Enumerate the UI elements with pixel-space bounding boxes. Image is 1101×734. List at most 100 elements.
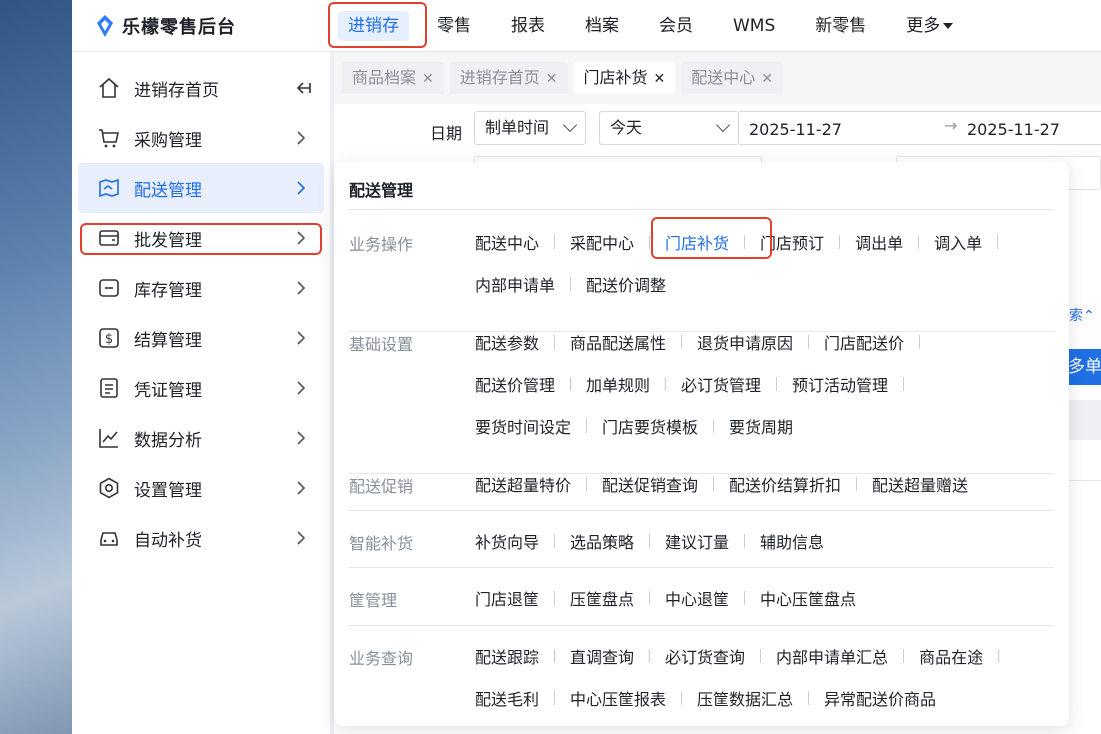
date-type-value: 制单时间	[485, 118, 550, 137]
date-range-select[interactable]: 今天	[599, 111, 739, 145]
tab-label: 商品档案	[352, 68, 417, 87]
menu-link[interactable]: 调出单	[855, 230, 903, 254]
menu-link[interactable]: 建议订量	[665, 529, 729, 553]
sidebar-item-purchase[interactable]: 采购管理	[72, 113, 330, 163]
end-date[interactable]: 2025-11-27	[967, 120, 1060, 139]
close-icon[interactable]: ✕	[654, 71, 666, 87]
panel-title: 配送管理	[349, 181, 414, 200]
menu-link[interactable]: 配送价调整	[586, 272, 666, 296]
chevron-right-icon	[297, 181, 306, 195]
sidebar-item-label: 凭证管理	[134, 380, 202, 401]
separator	[713, 477, 715, 491]
menu-link[interactable]: 必订货管理	[681, 372, 761, 396]
advanced-search-toggle[interactable]: 索⌃	[1069, 305, 1095, 325]
separator	[839, 235, 841, 249]
menu-link[interactable]: 中心压筐报表	[570, 686, 666, 710]
topnav-more[interactable]: 更多	[886, 5, 973, 47]
menu-link[interactable]: 门店要货模板	[602, 414, 698, 438]
close-icon[interactable]: ✕	[546, 71, 558, 87]
date-type-select[interactable]: 制单时间	[474, 111, 586, 145]
sidebar-item-auto-replenish[interactable]: 自动补货	[72, 513, 330, 563]
menu-link[interactable]: 中心压筐盘点	[760, 586, 856, 610]
menu-link[interactable]: 配送毛利	[475, 686, 539, 710]
menu-link[interactable]: 必订货查询	[665, 644, 745, 668]
topnav-members[interactable]: 会员	[639, 5, 713, 47]
sidebar-item-label: 配送管理	[134, 180, 202, 201]
menu-link[interactable]: 直调查询	[570, 644, 634, 668]
separator	[713, 419, 715, 433]
menu-link[interactable]: 中心退筐	[665, 586, 729, 610]
arrow-right-icon: →	[944, 116, 958, 135]
collapse-sidebar-icon[interactable]	[294, 79, 312, 97]
topnav-more-label: 更多	[906, 16, 941, 36]
menu-link[interactable]: 调入单	[934, 230, 982, 254]
menu-link[interactable]: 预订活动管理	[792, 372, 888, 396]
batch-order-button[interactable]: 多单合	[1066, 349, 1101, 385]
close-icon[interactable]: ✕	[422, 71, 434, 87]
topnav-reports[interactable]: 报表	[491, 5, 565, 47]
sidebar-item-stock[interactable]: 库存管理	[72, 263, 330, 313]
tab-product-archive[interactable]: 商品档案 ✕	[342, 62, 444, 94]
menu-link[interactable]: 补货向导	[475, 529, 539, 553]
menu-link[interactable]: 配送价管理	[475, 372, 555, 396]
menu-link[interactable]: 压筐盘点	[570, 586, 634, 610]
topnav-wms[interactable]: WMS	[713, 5, 795, 47]
start-date[interactable]: 2025-11-27	[749, 120, 842, 139]
separator	[856, 477, 858, 491]
menu-link[interactable]: 选品策略	[570, 529, 634, 553]
menu-link[interactable]: 商品在途	[919, 644, 983, 668]
brand-logo[interactable]: 乐檬零售后台	[94, 13, 236, 39]
menu-link[interactable]: 配送参数	[475, 330, 539, 354]
sidebar-item-voucher[interactable]: 凭证管理	[72, 363, 330, 413]
separator	[586, 477, 588, 491]
menu-link[interactable]: 辅助信息	[760, 529, 824, 553]
menu-link[interactable]: 配送超量特价	[475, 472, 571, 496]
separator	[998, 649, 1000, 663]
separator	[554, 691, 556, 705]
tab-distribution-center[interactable]: 配送中心 ✕	[681, 62, 783, 94]
chevron-down-icon	[562, 117, 578, 133]
menu-link[interactable]: 异常配送价商品	[824, 686, 936, 710]
brand-name: 乐檬零售后台	[122, 17, 236, 38]
chevron-right-icon	[297, 331, 306, 345]
menu-link[interactable]: 商品配送属性	[570, 330, 666, 354]
menu-link[interactable]: 加单规则	[586, 372, 650, 396]
tab-label: 进销存首页	[459, 68, 540, 87]
menu-link[interactable]: 内部申请单	[475, 272, 555, 296]
menu-link[interactable]: 退货申请原因	[697, 330, 793, 354]
link-row: 要货时间设定 门店要货模板 要货周期	[475, 415, 1050, 437]
menu-link[interactable]: 采配中心	[570, 230, 634, 254]
menu-link[interactable]: 压筐数据汇总	[697, 686, 793, 710]
box-icon	[96, 276, 122, 300]
separator	[808, 335, 810, 349]
topnav-new-retail[interactable]: 新零售	[795, 5, 886, 47]
menu-link[interactable]: 要货周期	[729, 414, 793, 438]
topnav-retail[interactable]: 零售	[417, 5, 491, 47]
sidebar-item-distribution[interactable]: 配送管理	[78, 163, 324, 213]
sidebar-item-analytics[interactable]: 数据分析	[72, 413, 330, 463]
close-icon[interactable]: ✕	[761, 71, 773, 87]
tab-store-replenish[interactable]: 门店补货 ✕	[573, 62, 676, 94]
separator	[997, 235, 999, 249]
chevron-down-icon	[715, 117, 731, 133]
tab-inventory-home[interactable]: 进销存首页 ✕	[449, 62, 568, 94]
menu-link[interactable]: 内部申请单汇总	[776, 644, 888, 668]
menu-link[interactable]: 配送超量赠送	[872, 472, 968, 496]
divider	[349, 510, 1054, 511]
menu-link[interactable]: 门店配送价	[824, 330, 904, 354]
tab-label: 配送中心	[691, 68, 756, 87]
separator	[586, 419, 588, 433]
topnav-archives[interactable]: 档案	[565, 5, 639, 47]
menu-link[interactable]: 配送中心	[475, 230, 539, 254]
menu-link[interactable]: 门店退筐	[475, 586, 539, 610]
menu-link[interactable]: 配送跟踪	[475, 644, 539, 668]
page-tabs: 商品档案 ✕ 进销存首页 ✕ 门店补货 ✕ 配送中心 ✕	[342, 62, 783, 94]
sidebar-item-inventory-home[interactable]: 进销存首页	[72, 63, 330, 113]
menu-link[interactable]: 要货时间设定	[475, 414, 571, 438]
separator	[665, 377, 667, 391]
sidebar-item-settings[interactable]: 设置管理	[72, 463, 330, 513]
top-bar: 乐檬零售后台 进销存 零售 报表 档案 会员 WMS 新零售 更多	[72, 0, 1101, 52]
sidebar-item-settlement[interactable]: $ 结算管理	[72, 313, 330, 363]
menu-link[interactable]: 配送促销查询	[602, 472, 698, 496]
menu-link[interactable]: 配送价结算折扣	[729, 472, 841, 496]
